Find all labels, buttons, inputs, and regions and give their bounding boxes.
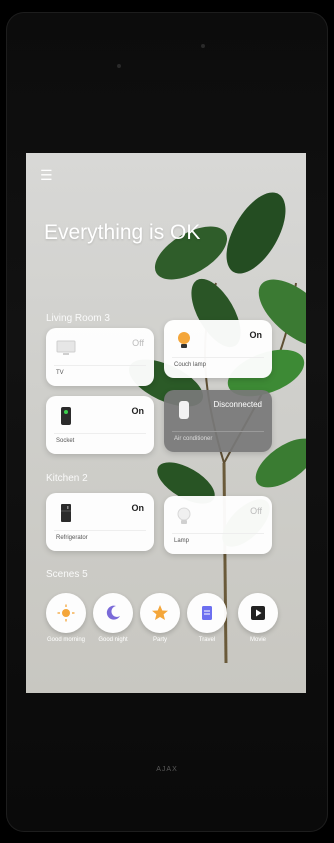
tile-tv[interactable]: Off TV [46,328,154,386]
tv-icon [56,340,76,355]
camera-dot-left [117,64,121,68]
camera-dot-right [201,44,205,48]
scene-label: Good morning [46,637,86,643]
tile-state: Off [250,506,262,516]
divider [54,530,146,531]
scene-travel[interactable] [187,593,227,633]
tile-state: On [131,406,145,416]
divider [54,433,146,434]
tile-state: On [131,503,145,513]
play-icon [251,606,265,620]
tile-lamp[interactable]: Off Lamp [164,496,272,554]
section-living-room: Living Room 3 [46,313,110,324]
tile-air-conditioner[interactable]: Disconnected Air conditioner [164,390,272,452]
refrigerator-icon [61,504,71,522]
scene-party[interactable] [140,593,180,633]
scene-label: Good night [98,637,128,643]
air-conditioner-icon [179,401,189,419]
bulb-off-icon [177,507,191,524]
star-icon [152,605,168,620]
tile-name: Couch lamp [174,362,207,368]
scene-good-night[interactable] [93,593,133,633]
scene-label: Movie [249,637,266,643]
section-kitchen: Kitchen 2 [46,473,88,484]
socket-icon [61,407,71,425]
document-icon [202,606,212,620]
tile-state: Off [132,338,144,348]
section-scenes: Scenes 5 [46,569,88,580]
tile-refrigerator[interactable]: On Refrigerator [46,493,154,551]
divider [54,365,146,366]
tile-name: Lamp [174,538,190,544]
brand-label: AJAX [156,766,178,773]
moon-icon [106,605,120,620]
screen: ☰ Everything is OK Living Room 3 Off TV … [26,153,306,693]
scene-movie[interactable] [238,593,278,633]
divider [172,533,264,534]
tile-name: Socket [56,438,75,444]
tile-couch-lamp[interactable]: On Couch lamp [164,320,272,378]
divider [172,431,264,432]
bulb-icon [178,332,190,348]
tile-state: Disconnected [213,400,262,409]
tile-name: TV [56,370,64,376]
divider [172,357,264,358]
scene-label: Party [152,637,167,643]
sun-icon [57,604,75,622]
tile-name: Air conditioner [174,436,213,442]
menu-icon[interactable]: ☰ [40,167,53,184]
tile-socket[interactable]: On Socket [46,396,154,454]
tile-name: Refrigerator [56,535,88,541]
scene-label: Travel [198,637,216,643]
scene-good-morning[interactable] [46,593,86,633]
page-title: Everything is OK [44,221,201,244]
tile-state: On [249,330,263,340]
